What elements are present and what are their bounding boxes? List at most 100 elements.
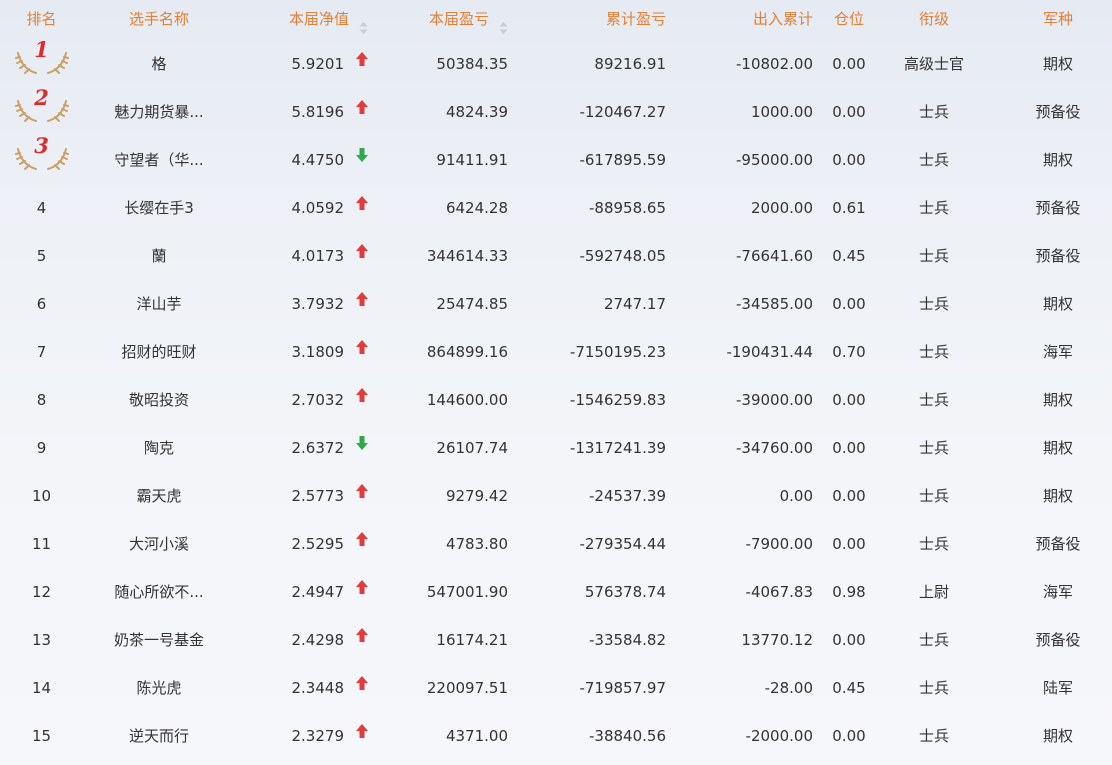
player-name[interactable]: 守望者（华... xyxy=(88,136,230,184)
table-row[interactable]: 3 守望者（华... 4.4750 91411.91 -617895.59 -9… xyxy=(0,133,1112,184)
cumulative-profit: -279354.44 xyxy=(579,535,666,553)
net-value: 2.5295 xyxy=(291,535,345,553)
branch: 期权 xyxy=(1042,391,1073,409)
table-row[interactable]: 14 陈光虎 2.3448 220097.51 -719857.97 -28.0… xyxy=(0,664,1112,712)
rank-number: 7 xyxy=(36,343,47,361)
trend-up-arrow-icon xyxy=(352,232,372,280)
table-row[interactable]: 12 随心所欲不... 2.4947 547001.90 576378.74 -… xyxy=(0,568,1112,616)
net-value: 2.3448 xyxy=(291,679,345,697)
table-row[interactable]: 4 长缨在手3 4.0592 6424.28 -88958.65 2000.00… xyxy=(0,184,1112,232)
table-row[interactable]: 15 逆天而行 2.3279 4371.00 -38840.56 -2000.0… xyxy=(0,712,1112,760)
header-position: 仓位 xyxy=(833,10,864,28)
header-profit[interactable]: 本届盈亏 xyxy=(380,0,508,40)
sort-icon[interactable] xyxy=(499,11,508,34)
session-profit: 344614.33 xyxy=(426,247,508,265)
position-ratio: 0.45 xyxy=(832,679,866,697)
player-name[interactable]: 陈光虎 xyxy=(88,664,230,712)
trend-down-arrow-icon xyxy=(352,424,372,472)
player-name[interactable]: 魅力期货暴... xyxy=(88,88,230,136)
session-profit: 144600.00 xyxy=(426,391,508,409)
position-ratio: 0.00 xyxy=(832,535,866,553)
trend-up-arrow-icon xyxy=(352,568,372,616)
player-name[interactable]: 蘭 xyxy=(88,232,230,280)
trend-up-arrow-icon xyxy=(352,40,372,88)
net-value: 5.9201 xyxy=(291,55,345,73)
branch: 海军 xyxy=(1042,583,1073,601)
military-rank: 士兵 xyxy=(918,103,949,121)
net-flow: -39000.00 xyxy=(736,391,813,409)
trend-up-arrow-icon xyxy=(352,616,372,664)
net-flow: -95000.00 xyxy=(736,151,813,169)
net-value: 3.1809 xyxy=(291,343,345,361)
net-value: 4.0173 xyxy=(291,247,345,265)
session-profit: 6424.28 xyxy=(445,199,508,217)
net-value: 2.7032 xyxy=(291,391,345,409)
player-name[interactable]: 霸天虎 xyxy=(88,472,230,520)
military-rank: 士兵 xyxy=(918,199,949,217)
net-flow: 1000.00 xyxy=(750,103,813,121)
table-header: 排名 选手名称 本届净值 本届盈亏 累计盈亏 出入累计 仓位 衔级 军种 xyxy=(0,0,1112,40)
military-rank: 士兵 xyxy=(918,727,949,745)
table-row[interactable]: 2 魅力期货暴... 5.8196 4824.39 -120467.27 100… xyxy=(0,85,1112,136)
branch: 期权 xyxy=(1042,295,1073,313)
table-row[interactable]: 7 招财的旺财 3.1809 864899.16 -7150195.23 -19… xyxy=(0,328,1112,376)
net-value: 2.3279 xyxy=(291,727,345,745)
position-ratio: 0.00 xyxy=(832,151,866,169)
trend-up-arrow-icon xyxy=(352,664,372,712)
player-name[interactable]: 陶克 xyxy=(88,424,230,472)
medal-badge: 1 xyxy=(14,37,70,77)
branch: 陆军 xyxy=(1042,679,1073,697)
net-value: 4.4750 xyxy=(291,151,345,169)
table-row[interactable]: 1 格 5.9201 50384.35 89216.91 -10802.00 0… xyxy=(0,37,1112,88)
player-name[interactable]: 格 xyxy=(88,40,230,88)
table-row[interactable]: 8 敬昭投资 2.7032 144600.00 -1546259.83 -390… xyxy=(0,376,1112,424)
position-ratio: 0.45 xyxy=(832,247,866,265)
net-flow: -2000.00 xyxy=(745,727,813,745)
branch: 预备役 xyxy=(1035,247,1081,265)
player-name[interactable]: 大河小溪 xyxy=(88,520,230,568)
player-name[interactable]: 招财的旺财 xyxy=(88,328,230,376)
trend-up-arrow-icon xyxy=(352,88,372,136)
table-body: 1 格 5.9201 50384.35 89216.91 -10802.00 0… xyxy=(0,37,1112,760)
net-flow: -28.00 xyxy=(764,679,813,697)
net-value: 4.0592 xyxy=(291,199,345,217)
header-nav[interactable]: 本届净值 xyxy=(250,0,368,40)
session-profit: 4371.00 xyxy=(445,727,508,745)
cumulative-profit: 89216.91 xyxy=(594,55,666,73)
table-row[interactable]: 13 奶茶一号基金 2.4298 16174.21 -33584.82 1377… xyxy=(0,616,1112,664)
rank-number: 13 xyxy=(31,631,52,649)
table-row[interactable]: 9 陶克 2.6372 26107.74 -1317241.39 -34760.… xyxy=(0,424,1112,472)
header-branch: 军种 xyxy=(1042,10,1073,28)
rank-number: 3 xyxy=(34,132,49,158)
session-profit: 547001.90 xyxy=(426,583,508,601)
rank-number: 1 xyxy=(34,36,49,62)
table-row[interactable]: 6 洋山芋 3.7932 25474.85 2747.17 -34585.00 … xyxy=(0,280,1112,328)
player-name[interactable]: 逆天而行 xyxy=(88,712,230,760)
cumulative-profit: -33584.82 xyxy=(589,631,666,649)
branch: 期权 xyxy=(1042,151,1073,169)
table-row[interactable]: 10 霸天虎 2.5773 9279.42 -24537.39 0.00 0.0… xyxy=(0,472,1112,520)
leaderboard-table: 排名 选手名称 本届净值 本届盈亏 累计盈亏 出入累计 仓位 衔级 军种 1 格… xyxy=(0,0,1112,760)
net-value: 2.4298 xyxy=(291,631,345,649)
player-name[interactable]: 洋山芋 xyxy=(88,280,230,328)
branch: 期权 xyxy=(1042,439,1073,457)
session-profit: 16174.21 xyxy=(436,631,508,649)
net-value: 5.8196 xyxy=(291,103,345,121)
player-name[interactable]: 随心所欲不... xyxy=(88,568,230,616)
net-flow: -34760.00 xyxy=(736,439,813,457)
branch: 预备役 xyxy=(1035,535,1081,553)
player-name[interactable]: 奶茶一号基金 xyxy=(88,616,230,664)
sort-icon[interactable] xyxy=(359,11,368,34)
player-name[interactable]: 敬昭投资 xyxy=(88,376,230,424)
net-value: 2.6372 xyxy=(291,439,345,457)
rank-cell: 3 xyxy=(0,133,83,184)
table-row[interactable]: 5 蘭 4.0173 344614.33 -592748.05 -76641.6… xyxy=(0,232,1112,280)
header-name: 选手名称 xyxy=(128,10,189,28)
net-flow: -76641.60 xyxy=(736,247,813,265)
position-ratio: 0.98 xyxy=(832,583,866,601)
trend-up-arrow-icon xyxy=(352,520,372,568)
cumulative-profit: -24537.39 xyxy=(589,487,666,505)
player-name[interactable]: 长缨在手3 xyxy=(88,184,230,232)
table-row[interactable]: 11 大河小溪 2.5295 4783.80 -279354.44 -7900.… xyxy=(0,520,1112,568)
cumulative-profit: 576378.74 xyxy=(584,583,666,601)
